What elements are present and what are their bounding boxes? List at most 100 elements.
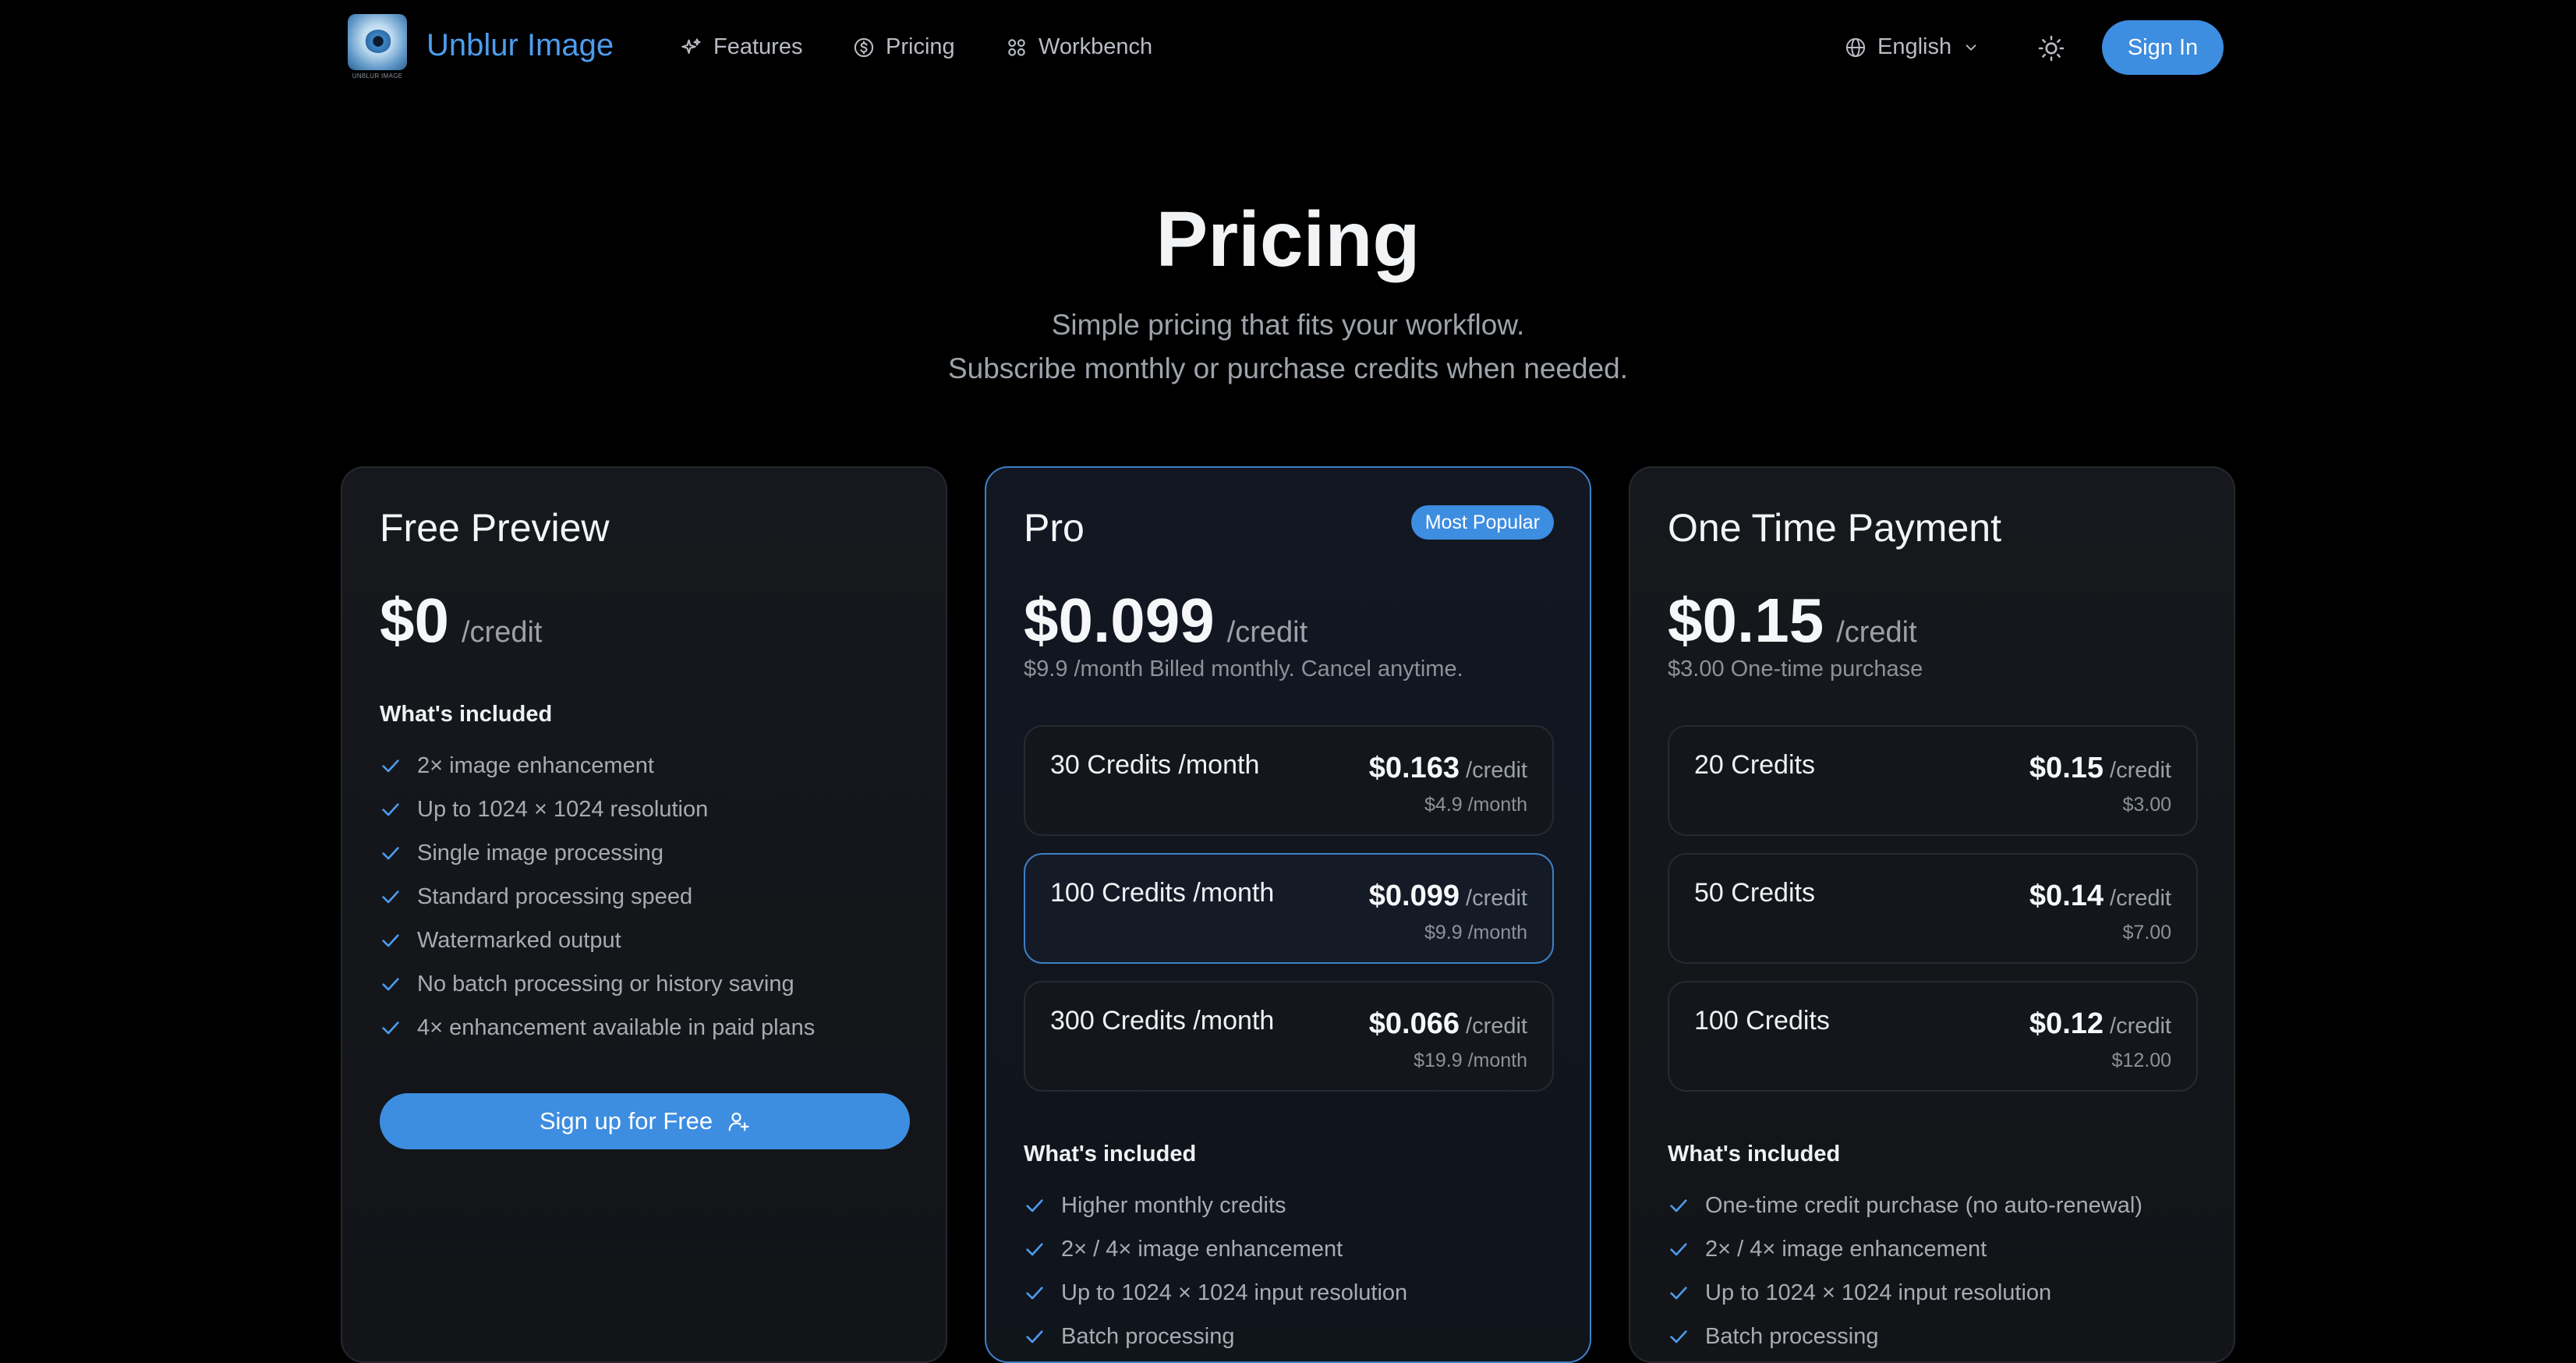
list-item: Single image processing <box>380 831 815 875</box>
check-icon <box>382 1021 399 1035</box>
logo[interactable]: UNBLUR IMAGE <box>348 14 407 81</box>
option-label: 20 Credits <box>1694 750 1815 780</box>
language-label: English <box>1877 34 1952 59</box>
plan-name: One Time Payment <box>1668 506 2001 550</box>
nav-link-features[interactable]: Features <box>681 34 802 60</box>
check-icon <box>382 803 399 816</box>
option-total: $19.9 /month <box>1414 1050 1527 1071</box>
eye-logo-icon <box>348 14 407 70</box>
included-title: What's included <box>1024 1142 1197 1167</box>
feature-list: Higher monthly credits 2× / 4× image enh… <box>1024 1184 1407 1358</box>
option-label: 300 Credits /month <box>1050 1006 1275 1036</box>
list-item: 2× image enhancement <box>380 744 815 788</box>
price-value: $0.099 <box>1024 586 1215 655</box>
plan-card-free: Free Preview $0 /credit What's included … <box>341 466 947 1363</box>
plan-name: Free Preview <box>380 506 610 550</box>
dollar-circle-icon <box>854 37 874 57</box>
cta-label: Sign up for Free <box>539 1107 713 1135</box>
logo-caption: UNBLUR IMAGE <box>352 73 403 80</box>
feature-list: 2× image enhancement Up to 1024 × 1024 r… <box>380 744 815 1050</box>
list-item: One-time credit purchase (no auto-renewa… <box>1668 1184 2143 1227</box>
list-item: No batch processing or history saving <box>380 962 815 1006</box>
check-icon <box>1670 1287 1687 1300</box>
sign-up-free-button[interactable]: Sign up for Free <box>380 1093 910 1149</box>
nav-link-label: Features <box>713 34 803 59</box>
brand-name[interactable]: Unblur Image <box>426 28 614 63</box>
nav-link-pricing[interactable]: Pricing <box>853 34 955 60</box>
billing-note: $9.9 /month Billed monthly. Cancel anyti… <box>1024 657 1463 682</box>
list-item: Standard processing speed <box>380 875 815 919</box>
list-item: Up to 1024 × 1024 resolution <box>380 788 815 831</box>
option-label: 100 Credits <box>1694 1006 1830 1036</box>
option-price: $0.15/credit <box>2029 752 2171 784</box>
check-icon <box>382 759 399 773</box>
option-price: $0.14/credit <box>2029 880 2171 912</box>
option-label: 100 Credits /month <box>1050 878 1275 908</box>
option-total: $12.00 <box>2111 1050 2171 1071</box>
option-total: $3.00 <box>2122 794 2171 816</box>
list-item: 4× enhancement available in paid plans <box>380 1006 815 1050</box>
page-title: Pricing <box>1155 196 1421 283</box>
price-unit: /credit <box>461 616 543 649</box>
included-title: What's included <box>380 702 553 727</box>
check-icon <box>1026 1199 1043 1213</box>
price-value: $0 <box>380 586 449 655</box>
page-subtitle: Subscribe monthly or purchase credits wh… <box>947 352 1629 384</box>
list-item: Up to 1024 × 1024 input resolution <box>1668 1271 2143 1315</box>
plan-card-pro: Pro Most Popular $0.099 /credit $9.9 /mo… <box>985 466 1591 1363</box>
sparkles-icon <box>681 37 701 54</box>
plan-price: $0.15 /credit <box>1668 585 1917 657</box>
check-icon <box>382 847 399 860</box>
chevron-down-icon <box>1966 44 1976 51</box>
price-value: $0.15 <box>1668 586 1824 655</box>
list-item: Batch processing <box>1024 1315 1407 1358</box>
credit-option-50[interactable]: 50 Credits $0.14/credit $7.00 <box>1668 853 2198 964</box>
option-total: $4.9 /month <box>1424 794 1527 816</box>
included-title: What's included <box>1668 1142 1841 1167</box>
theme-toggle-button[interactable] <box>2034 31 2068 65</box>
option-price: $0.066/credit <box>1368 1007 1527 1040</box>
plan-card-one-time: One Time Payment $0.15 /credit $3.00 One… <box>1629 466 2235 1363</box>
billing-note: $3.00 One-time purchase <box>1668 657 1923 682</box>
credit-option-100[interactable]: 100 Credits /month $0.099/credit $9.9 /m… <box>1024 853 1554 964</box>
globe-icon <box>1845 37 1866 57</box>
plan-price: $0 /credit <box>380 585 542 657</box>
check-icon <box>1026 1330 1043 1344</box>
check-icon <box>382 934 399 947</box>
check-icon <box>1026 1243 1043 1256</box>
credit-option-300[interactable]: 300 Credits /month $0.066/credit $19.9 /… <box>1024 981 1554 1092</box>
option-label: 30 Credits /month <box>1050 750 1260 780</box>
plan-price: $0.099 /credit <box>1024 585 1307 657</box>
check-icon <box>1026 1287 1043 1300</box>
list-item: Up to 1024 × 1024 input resolution <box>1024 1271 1407 1315</box>
check-icon <box>1670 1243 1687 1256</box>
option-total: $7.00 <box>2122 922 2171 943</box>
price-unit: /credit <box>1836 616 1917 649</box>
page-subtitle: Simple pricing that fits your workflow. <box>1051 309 1525 341</box>
option-label: 50 Credits <box>1694 878 1815 908</box>
sun-icon <box>2038 35 2065 62</box>
credit-option-20[interactable]: 20 Credits $0.15/credit $3.00 <box>1668 725 2198 836</box>
list-item: 2× / 4× image enhancement <box>1024 1227 1407 1271</box>
top-navigation: UNBLUR IMAGE Unblur Image Features Prici… <box>0 0 2576 97</box>
option-price: $0.099/credit <box>1368 880 1527 912</box>
credit-option-100[interactable]: 100 Credits $0.12/credit $12.00 <box>1668 981 2198 1092</box>
credit-option-30[interactable]: 30 Credits /month $0.163/credit $4.9 /mo… <box>1024 725 1554 836</box>
language-selector[interactable]: English <box>1845 34 1980 60</box>
option-price: $0.163/credit <box>1368 752 1527 784</box>
plan-name: Pro <box>1024 506 1085 550</box>
list-item: Batch processing <box>1668 1315 2143 1358</box>
list-item: 2× / 4× image enhancement <box>1668 1227 2143 1271</box>
list-item: Higher monthly credits <box>1024 1184 1407 1227</box>
sign-in-button[interactable]: Sign In <box>2102 20 2224 75</box>
nav-link-label: Pricing <box>886 34 955 59</box>
check-icon <box>382 890 399 904</box>
grid-icon <box>1008 38 1025 56</box>
check-icon <box>1670 1199 1687 1213</box>
most-popular-badge: Most Popular <box>1410 505 1554 540</box>
list-item: Watermarked output <box>380 919 815 962</box>
check-icon <box>1670 1330 1687 1344</box>
option-total: $9.9 /month <box>1424 922 1527 943</box>
nav-link-workbench[interactable]: Workbench <box>1006 34 1152 60</box>
price-unit: /credit <box>1226 616 1308 649</box>
